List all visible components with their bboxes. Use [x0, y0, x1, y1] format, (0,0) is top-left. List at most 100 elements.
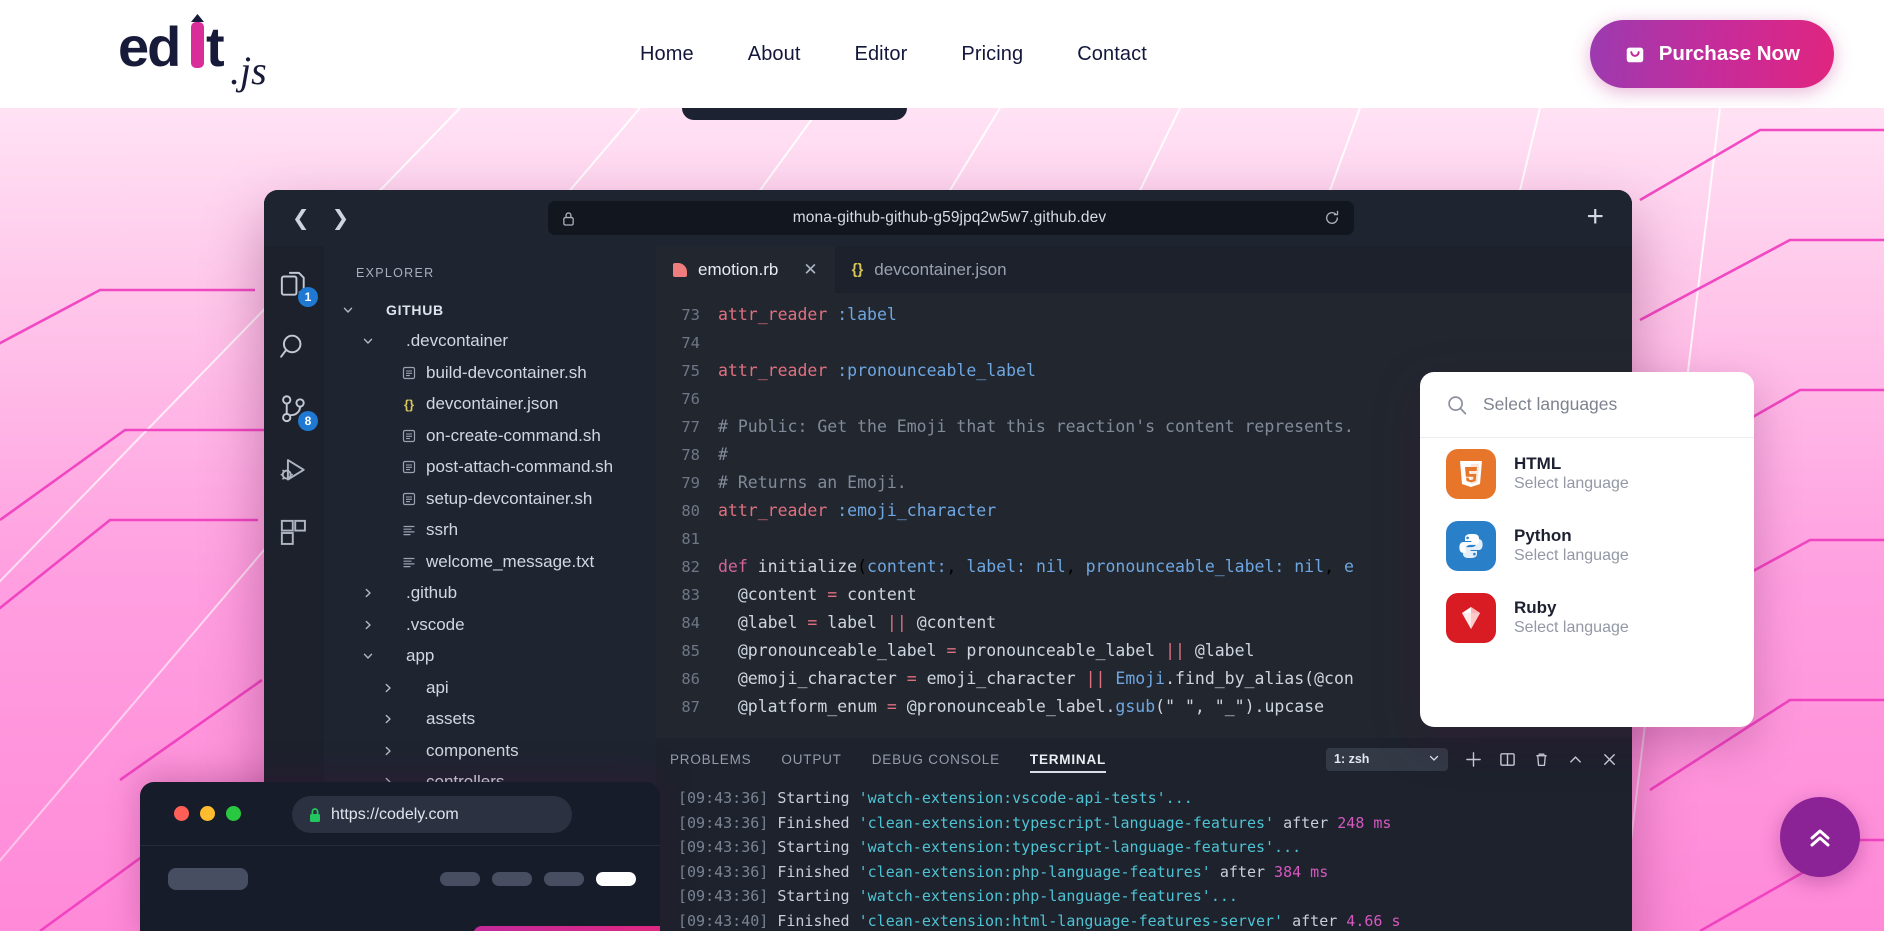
- tab-problems[interactable]: PROBLEMS: [670, 738, 751, 780]
- close-icon[interactable]: [1601, 751, 1618, 768]
- ruby-icon: [673, 262, 687, 277]
- reload-icon[interactable]: [1324, 210, 1340, 226]
- url-text: mona-github-github-g59jpq2w5w7.github.de…: [792, 209, 1107, 226]
- purchase-now-label: Purchase Now: [1658, 42, 1800, 65]
- nav-item-contact[interactable]: Contact: [1077, 43, 1147, 66]
- shell-selector-label: 1: zsh: [1334, 752, 1370, 766]
- language-search-field[interactable]: Select languages: [1420, 372, 1754, 438]
- terminal-line: [09:43:36] Starting 'watch-extension:vsc…: [678, 789, 1193, 807]
- tree-item[interactable]: .devcontainer: [324, 326, 656, 358]
- source-control-icon[interactable]: 8: [277, 392, 318, 431]
- extensions-icon[interactable]: [277, 516, 311, 550]
- terminal-line: [09:43:40] Finished 'clean-extension:htm…: [678, 911, 1401, 930]
- editor-tab[interactable]: emotion.rb ✕: [656, 246, 835, 293]
- python-icon: [1446, 521, 1496, 571]
- tree-item-label: on-create-command.sh: [426, 425, 601, 445]
- search-icon: [1446, 394, 1468, 416]
- line-number: 87: [681, 698, 700, 716]
- tree-item-label: build-devcontainer.sh: [426, 362, 587, 382]
- editor-tabbar: emotion.rb ✕ {} devcontainer.json: [656, 246, 1632, 293]
- tree-item[interactable]: api: [324, 672, 656, 704]
- tree-item-label: app: [406, 646, 435, 666]
- tree-item[interactable]: assets: [324, 704, 656, 736]
- tree-item[interactable]: setup-devcontainer.sh: [324, 483, 656, 515]
- editor-tab[interactable]: {} devcontainer.json: [835, 246, 1024, 293]
- tree-item[interactable]: build-devcontainer.sh: [324, 357, 656, 389]
- language-subtitle: Select language: [1514, 475, 1629, 493]
- url-bar[interactable]: mona-github-github-g59jpq2w5w7.github.de…: [548, 201, 1354, 235]
- traffic-light-close[interactable]: [174, 806, 189, 821]
- close-icon[interactable]: ✕: [803, 260, 817, 280]
- file-type-icon: [398, 523, 420, 537]
- tab-terminal[interactable]: TERMINAL: [1029, 738, 1107, 780]
- terminal-output[interactable]: [09:43:36] Starting 'watch-extension:vsc…: [656, 780, 1632, 931]
- lock-icon: [308, 807, 322, 823]
- file-type-icon: [398, 492, 420, 506]
- lock-icon: [562, 211, 575, 226]
- line-number: 84: [681, 614, 700, 632]
- ruby-icon: [1446, 593, 1496, 643]
- line-number: 78: [681, 446, 700, 464]
- tree-item[interactable]: welcome_message.txt: [324, 546, 656, 578]
- new-tab-button[interactable]: +: [1586, 202, 1604, 232]
- chevron-left-icon[interactable]: ❮: [292, 206, 310, 231]
- panel-tabs: PROBLEMS OUTPUT DEBUG CONSOLE TERMINAL 1…: [656, 738, 1632, 780]
- nav-item-about[interactable]: About: [748, 43, 801, 66]
- placeholder-nav-2: [492, 872, 532, 886]
- terminal-line: [09:43:36] Starting 'watch-extension:typ…: [678, 838, 1302, 856]
- tree-item[interactable]: {} devcontainer.json: [324, 389, 656, 421]
- tree-item[interactable]: ssrh: [324, 515, 656, 547]
- html5-icon: [1446, 449, 1496, 499]
- run-and-debug-icon[interactable]: [277, 454, 311, 488]
- trash-icon[interactable]: [1533, 751, 1550, 768]
- tree-item[interactable]: app: [324, 641, 656, 673]
- file-type-icon: [398, 555, 420, 569]
- codely-url-bar[interactable]: https://codely.com: [292, 796, 572, 833]
- chevron-right-icon: [378, 682, 398, 694]
- language-subtitle: Select language: [1514, 619, 1629, 637]
- tab-debug-console[interactable]: DEBUG CONSOLE: [872, 738, 1000, 780]
- language-name: HTML: [1514, 453, 1562, 473]
- search-icon[interactable]: [277, 330, 311, 364]
- tree-item[interactable]: .github: [324, 578, 656, 610]
- placeholder-nav-1: [440, 872, 480, 886]
- line-number: 77: [681, 418, 700, 436]
- chevron-right-icon[interactable]: ❯: [332, 206, 350, 231]
- logo[interactable]: ed t .js: [118, 14, 298, 94]
- plus-icon[interactable]: [1465, 751, 1482, 768]
- line-number: 85: [681, 642, 700, 660]
- traffic-light-maximize[interactable]: [226, 806, 241, 821]
- language-option-ruby[interactable]: Ruby Select language: [1420, 582, 1754, 654]
- tree-item[interactable]: on-create-command.sh: [324, 420, 656, 452]
- traffic-light-minimize[interactable]: [200, 806, 215, 821]
- tree-item-label: .devcontainer: [406, 331, 509, 351]
- terminal-line: [09:43:36] Finished 'clean-extension:typ…: [678, 813, 1392, 832]
- file-type-icon: [398, 460, 420, 474]
- explorer-badge: 1: [298, 287, 318, 307]
- codely-browser-mockup: https://codely.com: [140, 782, 660, 931]
- tree-item[interactable]: .vscode: [324, 609, 656, 641]
- tree-item-label: api: [426, 677, 449, 697]
- tree-item[interactable]: GITHUB: [324, 294, 656, 326]
- language-option-html[interactable]: HTML Select language: [1420, 438, 1754, 510]
- tab-output[interactable]: OUTPUT: [781, 738, 841, 780]
- bottom-panel: PROBLEMS OUTPUT DEBUG CONSOLE TERMINAL 1…: [656, 738, 1632, 931]
- tree-item[interactable]: post-attach-command.sh: [324, 452, 656, 484]
- terminal-line: [09:43:36] Finished 'clean-extension:php…: [678, 862, 1329, 881]
- language-option-text: Ruby Select language: [1514, 597, 1629, 639]
- scroll-to-top-button[interactable]: [1780, 797, 1860, 877]
- tree-item[interactable]: components: [324, 735, 656, 767]
- chevron-up-icon[interactable]: [1567, 751, 1584, 768]
- shell-selector[interactable]: 1: zsh: [1326, 747, 1448, 771]
- files-explorer-icon[interactable]: 1: [277, 268, 318, 307]
- nav-item-editor[interactable]: Editor: [855, 43, 908, 66]
- code-line: 73 attr_reader :label: [656, 301, 1632, 329]
- tree-item-label: ssrh: [426, 520, 459, 540]
- language-option-python[interactable]: Python Select language: [1420, 510, 1754, 582]
- chevron-right-icon: [358, 619, 378, 631]
- nav-item-pricing[interactable]: Pricing: [961, 43, 1023, 66]
- purchase-now-button[interactable]: Purchase Now: [1589, 20, 1834, 88]
- tree-item-label: components: [426, 740, 519, 760]
- nav-item-home[interactable]: Home: [640, 43, 694, 66]
- split-panel-icon[interactable]: [1499, 751, 1516, 768]
